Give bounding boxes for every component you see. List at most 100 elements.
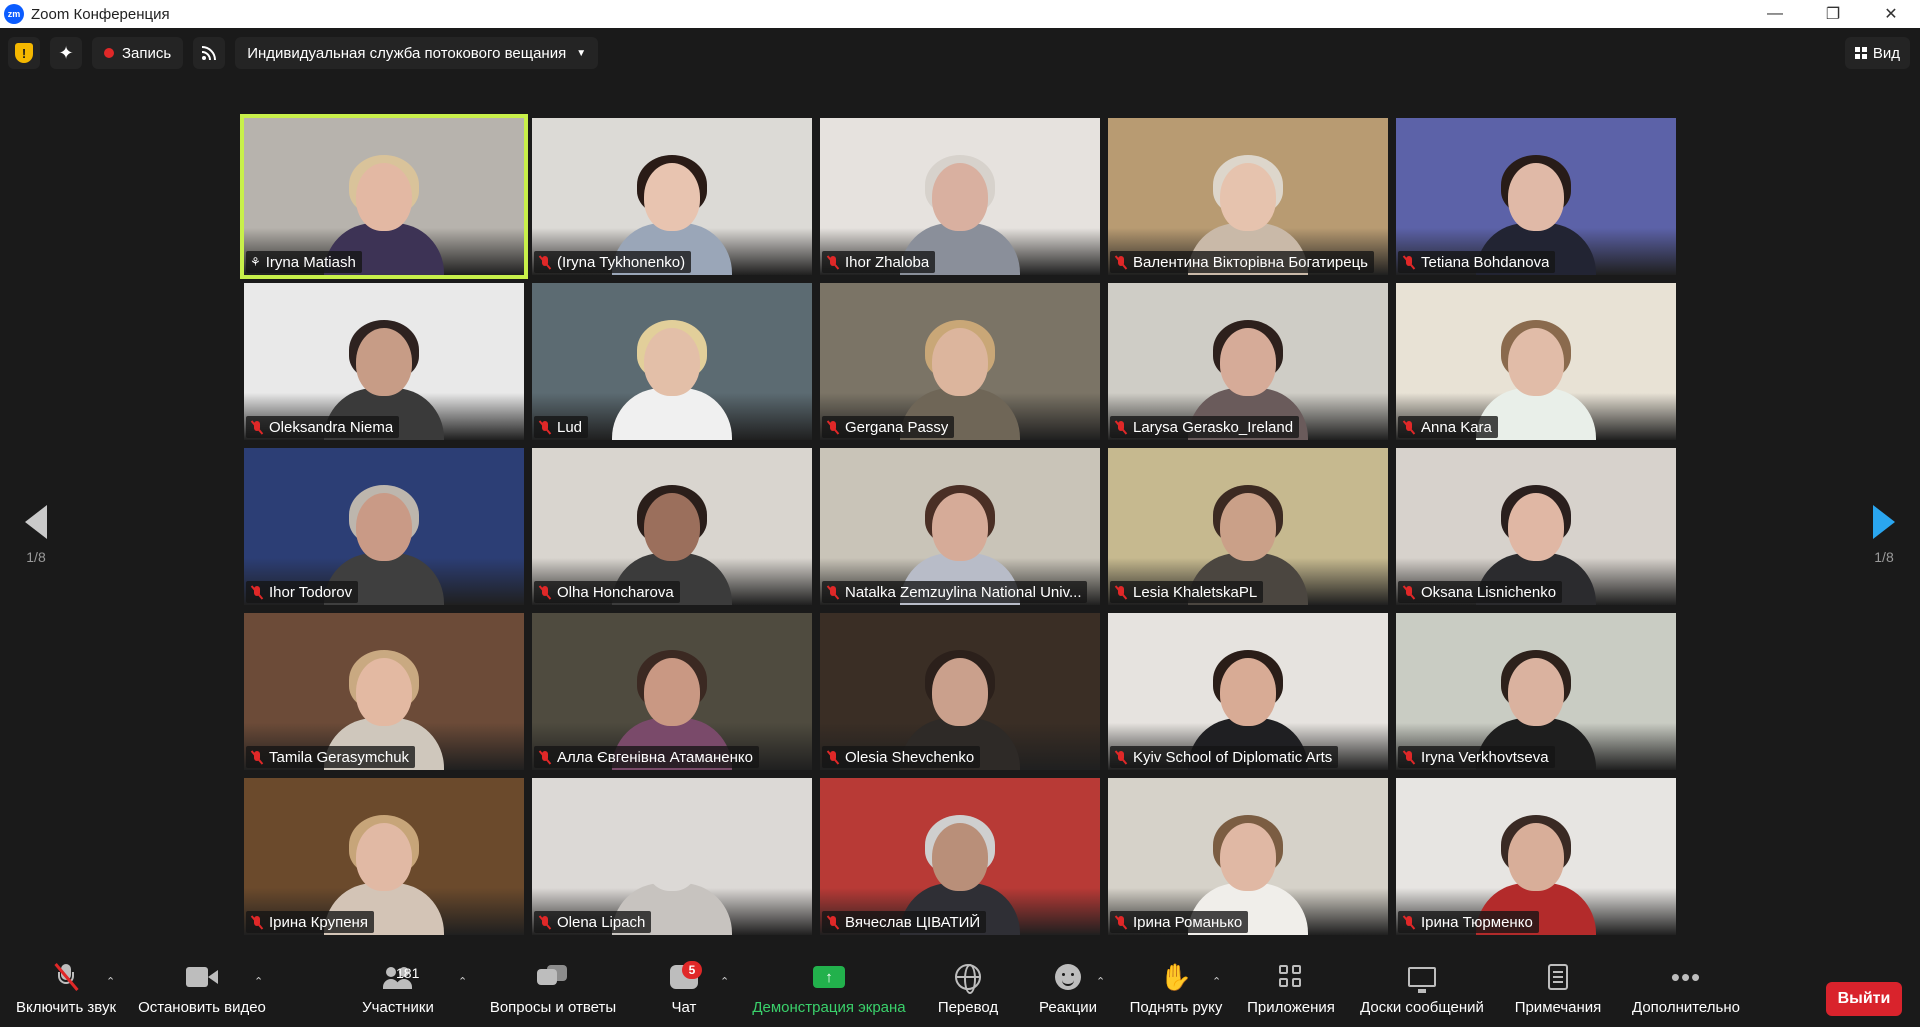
record-label: Запись xyxy=(122,44,172,62)
raise-hand-button[interactable]: ✋ Поднять руку xyxy=(1126,957,1226,1027)
participant-name: Алла Євгенівна Атаманенко xyxy=(557,748,753,766)
qa-button[interactable]: Вопросы и ответы xyxy=(488,957,618,1027)
video-tile[interactable]: Olesia Shevchenko xyxy=(820,613,1100,770)
participant-name-bar: Kyiv School of Diplomatic Arts xyxy=(1110,746,1339,768)
video-tile[interactable]: ⚘ Iryna Matiash xyxy=(240,114,528,279)
stop-video-button[interactable]: Остановить видео xyxy=(136,957,268,1027)
participants-button[interactable]: 181 Участники xyxy=(356,957,440,1027)
mic-muted-icon xyxy=(1402,585,1416,599)
video-camera-icon xyxy=(186,967,218,987)
video-tile[interactable]: Tamila Gerasymchuk xyxy=(244,613,524,770)
custom-stream-dropdown[interactable]: Индивидуальная служба потокового вещания… xyxy=(235,37,599,69)
participant-name-bar: Ірина Романько xyxy=(1110,911,1249,933)
chat-options-caret-icon[interactable]: ⌃ xyxy=(720,975,729,988)
participant-name: Tetiana Bohdanova xyxy=(1421,253,1550,271)
more-dots-icon: ••• xyxy=(1670,962,1702,992)
participant-name: Natalka Zemzuylina National Univ... xyxy=(845,583,1082,601)
video-tile[interactable]: Tetiana Bohdanova xyxy=(1396,118,1676,275)
participant-name-bar: Lud xyxy=(534,416,589,438)
video-tile[interactable]: Iryna Verkhovtseva xyxy=(1396,613,1676,770)
reactions-options-caret-icon[interactable]: ⌃ xyxy=(1096,975,1105,988)
participant-name-bar: Iryna Verkhovtseva xyxy=(1398,746,1555,768)
participants-count: 181 xyxy=(396,965,420,981)
restore-icon[interactable]: ❐ xyxy=(1804,0,1862,28)
video-tile[interactable]: Валентина Вікторівна Богатирець xyxy=(1108,118,1388,275)
mic-muted-icon xyxy=(538,255,552,269)
security-shield-icon[interactable]: ! xyxy=(8,37,40,69)
participant-name-bar: Алла Євгенівна Атаманенко xyxy=(534,746,759,768)
video-tile[interactable]: Lud xyxy=(532,283,812,440)
next-page-button[interactable]: 1/8 xyxy=(1864,505,1904,565)
video-options-caret-icon[interactable]: ⌃ xyxy=(254,975,263,988)
video-gallery: ⚘ Iryna Matiash (Iryna Tykhonenko) Ihor Zha… xyxy=(240,114,1676,941)
more-button[interactable]: ••• Дополнительно xyxy=(1628,957,1744,1027)
video-tile[interactable]: Larysa Gerasko_Ireland xyxy=(1108,283,1388,440)
video-tile[interactable]: Ihor Todorov xyxy=(244,448,524,605)
record-button[interactable]: Запись xyxy=(92,37,184,69)
participant-name-bar: Oksana Lisnichenko xyxy=(1398,581,1563,603)
arrow-left-icon xyxy=(25,505,47,539)
apps-icon xyxy=(1279,965,1303,989)
page-indicator-left: 1/8 xyxy=(26,549,46,565)
live-stream-icon[interactable] xyxy=(193,37,226,69)
participant-name: Ірина Тюрменко xyxy=(1421,913,1533,931)
page-indicator-right: 1/8 xyxy=(1874,549,1894,565)
video-tile[interactable]: Ірина Крупеня xyxy=(244,778,524,935)
whiteboards-label: Доски сообщений xyxy=(1360,999,1484,1016)
video-tile[interactable]: Oksana Lisnichenko xyxy=(1396,448,1676,605)
video-tile[interactable]: (Iryna Tykhonenko) xyxy=(532,118,812,275)
reactions-button[interactable]: Реакции xyxy=(1034,957,1102,1027)
video-tile[interactable]: Anna Kara xyxy=(1396,283,1676,440)
view-button[interactable]: Вид xyxy=(1844,37,1910,69)
chat-button[interactable]: 5 Чат xyxy=(664,957,704,1027)
notes-button[interactable]: Примечания xyxy=(1510,957,1606,1027)
qa-label: Вопросы и ответы xyxy=(489,999,617,1016)
ai-companion-icon[interactable]: ✦ xyxy=(50,37,82,69)
video-tile[interactable]: Gergana Passy xyxy=(820,283,1100,440)
translation-button[interactable]: Перевод xyxy=(934,957,1002,1027)
previous-page-button[interactable]: 1/8 xyxy=(16,505,56,565)
mic-muted-icon xyxy=(250,915,264,929)
video-tile[interactable]: Olha Honcharova xyxy=(532,448,812,605)
unmute-button[interactable]: Включить звук xyxy=(8,957,124,1027)
video-tile[interactable]: Вячеслав ЦІВАТИЙ xyxy=(820,778,1100,935)
mic-muted-icon xyxy=(826,915,840,929)
window-controls: — ❐ ✕ xyxy=(1746,0,1920,28)
participant-name-bar: Ihor Todorov xyxy=(246,581,359,603)
apps-label: Приложения xyxy=(1247,999,1335,1016)
participant-name-bar: Natalka Zemzuylina National Univ... xyxy=(822,581,1088,603)
reactions-label: Реакции xyxy=(1039,999,1097,1016)
video-tile[interactable]: Natalka Zemzuylina National Univ... xyxy=(820,448,1100,605)
stream-label: Индивидуальная служба потокового вещания xyxy=(247,44,567,62)
participant-name: (Iryna Tykhonenko) xyxy=(557,253,686,271)
share-screen-button[interactable]: ↑ Демонстрация экрана xyxy=(748,957,910,1027)
video-tile[interactable]: Алла Євгенівна Атаманенко xyxy=(532,613,812,770)
apps-button[interactable]: Приложения xyxy=(1244,957,1338,1027)
whiteboards-button[interactable]: Доски сообщений xyxy=(1356,957,1488,1027)
video-tile[interactable]: Olena Lipach xyxy=(532,778,812,935)
video-tile[interactable]: Lesia KhaletskaPL xyxy=(1108,448,1388,605)
participant-name: Ірина Крупеня xyxy=(269,913,368,931)
video-tile[interactable]: Kyiv School of Diplomatic Arts xyxy=(1108,613,1388,770)
participants-options-caret-icon[interactable]: ⌃ xyxy=(458,975,467,988)
mic-muted-icon xyxy=(1402,420,1416,434)
video-tile[interactable]: Ірина Тюрменко xyxy=(1396,778,1676,935)
participant-name: Ірина Романько xyxy=(1133,913,1243,931)
participant-name: Gergana Passy xyxy=(845,418,949,436)
more-label: Дополнительно xyxy=(1632,999,1740,1016)
leave-button[interactable]: Выйти xyxy=(1826,982,1902,1016)
mic-muted-icon xyxy=(1114,750,1128,764)
audio-options-caret-icon[interactable]: ⌃ xyxy=(106,975,115,988)
minimize-icon[interactable]: — xyxy=(1746,0,1804,28)
mic-muted-icon xyxy=(538,750,552,764)
participant-name: Валентина Вікторівна Богатирець xyxy=(1133,253,1368,271)
mic-muted-icon xyxy=(250,750,264,764)
video-tile[interactable]: Ihor Zhaloba xyxy=(820,118,1100,275)
unmute-label: Включить звук xyxy=(15,999,117,1016)
mic-muted-icon xyxy=(826,750,840,764)
raise-hand-options-caret-icon[interactable]: ⌃ xyxy=(1212,975,1221,988)
close-icon[interactable]: ✕ xyxy=(1862,0,1920,28)
video-tile[interactable]: Ірина Романько xyxy=(1108,778,1388,935)
video-tile[interactable]: Oleksandra Niema xyxy=(244,283,524,440)
participant-name: Anna Kara xyxy=(1421,418,1492,436)
